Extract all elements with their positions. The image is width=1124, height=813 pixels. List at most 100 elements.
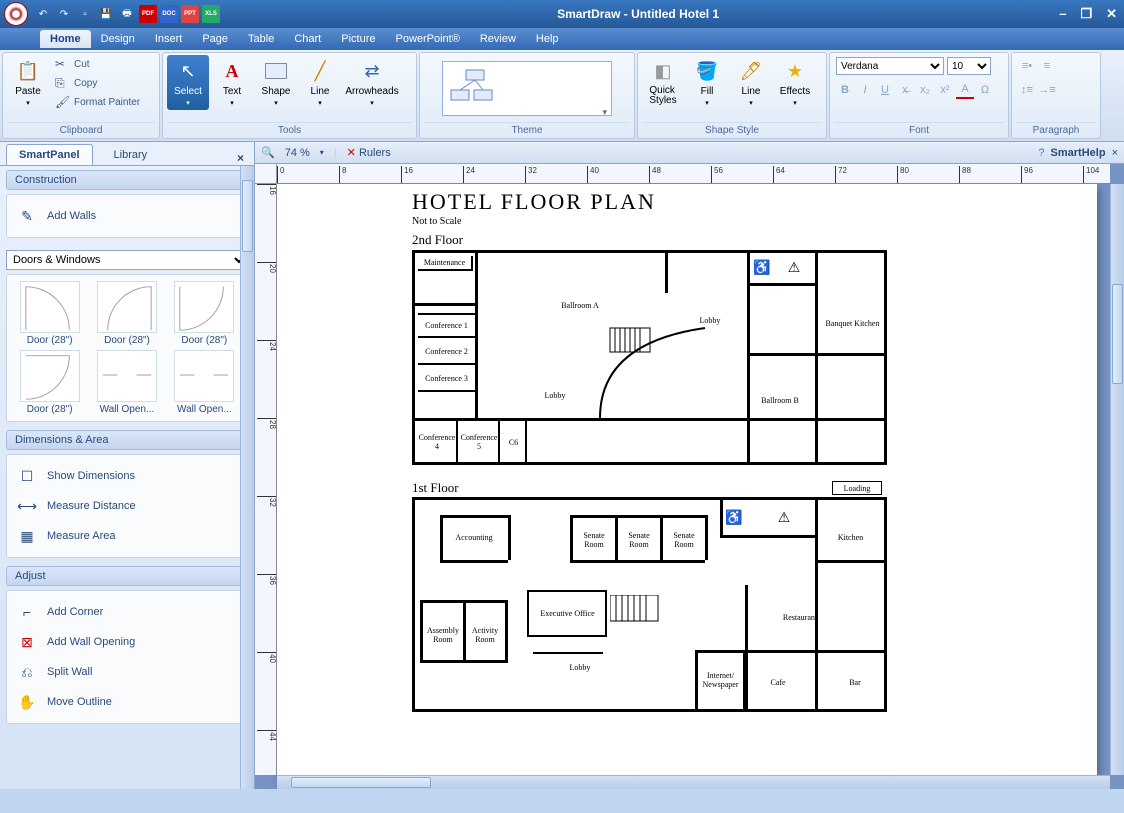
zoom-value[interactable]: 74 % [285, 147, 310, 159]
document-title: HOTEL FLOOR PLAN [412, 189, 656, 215]
move-outline-button[interactable]: ✋Move Outline [13, 687, 241, 717]
ppt-icon[interactable]: PPT [181, 5, 199, 23]
help-close-icon[interactable]: × [1112, 147, 1118, 159]
bullets-button[interactable]: ≡• [1018, 57, 1036, 75]
shape-line-icon: 🖊 [738, 58, 764, 84]
scrollbar-thumb[interactable] [1112, 284, 1123, 384]
fill-button[interactable]: 🪣Fill▾ [686, 55, 728, 110]
tab-library[interactable]: Library [101, 144, 161, 165]
canvas-body[interactable]: 081624324048566472808896104 162024283236… [255, 164, 1124, 789]
shape-4[interactable]: Wall Open... [90, 350, 163, 415]
subscript-button[interactable]: x₂ [916, 81, 934, 99]
scrollbar-thumb[interactable] [242, 180, 253, 252]
scrollbar-thumb[interactable] [291, 777, 431, 788]
panel-scrollbar[interactable] [240, 166, 254, 789]
effects-icon: ★ [782, 58, 808, 84]
panel-close-icon[interactable]: × [233, 151, 248, 165]
ribbon-group-paragraph: ≡•≡ ↕≡→≡ Paragraph [1011, 52, 1101, 139]
menu-home[interactable]: Home [40, 30, 91, 48]
save-icon[interactable]: 💾 [97, 5, 115, 23]
shapes-category-select[interactable]: Doors & Windows [6, 250, 248, 270]
redo-icon[interactable]: ↷ [55, 5, 73, 23]
line-icon: ╱ [307, 58, 333, 84]
close-button[interactable]: ✕ [1103, 6, 1120, 22]
strike-button[interactable]: x̶ [896, 81, 914, 99]
arrowheads-button[interactable]: ⇄Arrowheads▾ [343, 55, 401, 110]
help-icon[interactable]: ? [1038, 147, 1044, 159]
area-icon: ▦ [17, 526, 37, 546]
bold-button[interactable]: B [836, 81, 854, 99]
shape-icon [263, 58, 289, 84]
pencil-icon: ✎ [17, 206, 37, 226]
menu-table[interactable]: Table [238, 30, 284, 48]
spacing-button[interactable]: ↕≡ [1018, 81, 1036, 99]
theme-preview[interactable]: ▾ [442, 61, 612, 116]
menu-page[interactable]: Page [192, 30, 238, 48]
underline-button[interactable]: U [876, 81, 894, 99]
menu-review[interactable]: Review [470, 30, 526, 48]
measure-distance-button[interactable]: ⟷Measure Distance [13, 491, 241, 521]
xls-icon[interactable]: XLS [202, 5, 220, 23]
split-icon: ⎌ [17, 662, 37, 682]
copy-button[interactable]: ⎘Copy [51, 74, 144, 92]
italic-button[interactable]: I [856, 81, 874, 99]
font-color-button[interactable]: A [956, 81, 974, 99]
smarthelp-button[interactable]: SmartHelp [1051, 147, 1106, 159]
superscript-button[interactable]: x² [936, 81, 954, 99]
shape-line-button[interactable]: 🖊Line▾ [730, 55, 772, 110]
print-icon[interactable]: 🖶 [118, 5, 136, 23]
align-button[interactable]: ≡ [1038, 57, 1056, 75]
ribbon-group-tools: ↖Select▾ AText▾ Shape▾ ╱Line▾ ⇄Arrowhead… [162, 52, 417, 139]
zoom-icon[interactable]: 🔍 [261, 146, 275, 159]
menu-insert[interactable]: Insert [145, 30, 193, 48]
floor-1-plan[interactable]: Accounting Senate Room Senate Room Senat… [412, 497, 887, 712]
rulers-toggle[interactable]: ✕ Rulers [347, 146, 391, 159]
shape-0[interactable]: Door (28") [13, 281, 86, 346]
menu-design[interactable]: Design [91, 30, 145, 48]
floor-2-plan[interactable]: Maintenance Ballroom A Lobby Conference … [412, 250, 887, 465]
font-family-select[interactable]: Verdana [836, 57, 944, 75]
maximize-button[interactable]: ❐ [1077, 6, 1095, 22]
drawing-page[interactable]: HOTEL FLOOR PLAN Not to Scale 2nd Floor … [277, 184, 1097, 784]
effects-button[interactable]: ★Effects▾ [774, 55, 816, 110]
format-painter-button[interactable]: 🖌Format Painter [51, 93, 144, 111]
shape-button[interactable]: Shape▾ [255, 55, 297, 110]
menu-powerpoint[interactable]: PowerPoint® [385, 30, 469, 48]
quick-styles-button[interactable]: ◧Quick Styles [642, 55, 684, 109]
new-icon[interactable]: ▫ [76, 5, 94, 23]
tab-smartpanel[interactable]: SmartPanel [6, 144, 93, 165]
shape-2[interactable]: Door (28") [168, 281, 241, 346]
vertical-scrollbar[interactable] [1110, 184, 1124, 775]
measure-area-button[interactable]: ▦Measure Area [13, 521, 241, 551]
horizontal-scrollbar[interactable] [277, 775, 1110, 789]
symbol-button[interactable]: Ω [976, 81, 994, 99]
text-button[interactable]: AText▾ [211, 55, 253, 110]
font-size-select[interactable]: 10 [947, 57, 991, 75]
pdf-icon[interactable]: PDF [139, 5, 157, 23]
add-walls-button[interactable]: ✎Add Walls [13, 201, 241, 231]
select-button[interactable]: ↖Select▾ [167, 55, 209, 110]
menu-help[interactable]: Help [526, 30, 569, 48]
indent-button[interactable]: →≡ [1038, 81, 1056, 99]
ribbon: 📋 Paste▾ ✂Cut ⎘Copy 🖌Format Painter Clip… [0, 50, 1124, 142]
undo-icon[interactable]: ↶ [34, 5, 52, 23]
line-button[interactable]: ╱Line▾ [299, 55, 341, 110]
app-logo-icon[interactable] [4, 2, 28, 26]
shape-5[interactable]: Wall Open... [168, 350, 241, 415]
doc-icon[interactable]: DOC [160, 5, 178, 23]
menu-picture[interactable]: Picture [331, 30, 385, 48]
add-corner-button[interactable]: ⌐Add Corner [13, 597, 241, 627]
cut-button[interactable]: ✂Cut [51, 55, 144, 73]
menu-chart[interactable]: Chart [284, 30, 331, 48]
arrowheads-icon: ⇄ [359, 58, 385, 84]
floor-2-label: 2nd Floor [412, 232, 463, 248]
shape-3[interactable]: Door (28") [13, 350, 86, 415]
split-wall-button[interactable]: ⎌Split Wall [13, 657, 241, 687]
minimize-button[interactable]: – [1056, 6, 1069, 22]
panel-tabs: SmartPanel Library × [0, 142, 254, 166]
fill-icon: 🪣 [694, 58, 720, 84]
add-wall-opening-button[interactable]: ⊠Add Wall Opening [13, 627, 241, 657]
show-dimensions-button[interactable]: ☐Show Dimensions [13, 461, 241, 491]
shape-1[interactable]: Door (28") [90, 281, 163, 346]
paste-button[interactable]: 📋 Paste▾ [7, 55, 49, 110]
